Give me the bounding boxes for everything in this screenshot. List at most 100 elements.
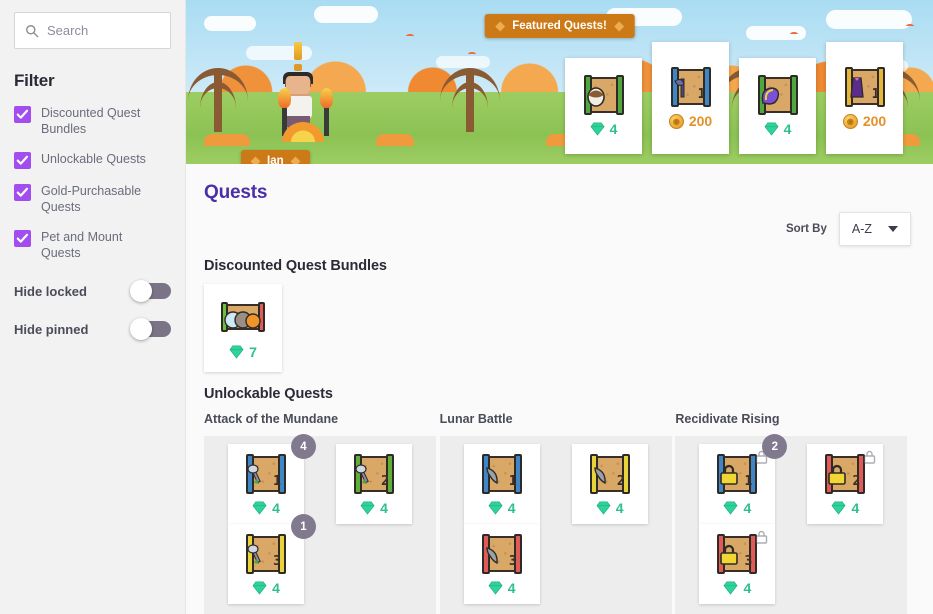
quest-scroll-icon: 1: [480, 454, 524, 494]
quest-scroll-icon: 3: [244, 534, 288, 574]
quest-badge: 1: [291, 514, 316, 539]
quest-card[interactable]: 1 4: [463, 444, 540, 524]
quest-scroll-number: 1: [508, 474, 517, 489]
hide-pinned-toggle[interactable]: [130, 318, 171, 340]
quest-scroll-number: 2: [616, 474, 625, 489]
quest-card[interactable]: 1 3 4: [228, 514, 316, 604]
quest-card[interactable]: 2 4: [571, 444, 648, 524]
quest-scroll-icon: 3: [480, 534, 524, 574]
quest-cost: 4: [596, 500, 624, 516]
main-content: Featured Quests! Ian 4 1 ◉ 200 4 1 ◉ 200…: [186, 0, 933, 614]
filter-checkbox-unlockable-quests[interactable]: Unlockable Quests: [14, 151, 171, 169]
quest-cost-value: 4: [272, 580, 280, 596]
gem-icon: [229, 345, 244, 359]
toggle-row-hide-pinned: Hide pinned: [14, 318, 171, 340]
hide-locked-toggle[interactable]: [130, 280, 171, 302]
quest-scroll-icon: 2: [588, 454, 632, 494]
quest-scroll-number: 1: [744, 474, 753, 489]
featured-ribbon-label: Featured Quests!: [512, 20, 607, 32]
filter-heading: Filter: [14, 71, 55, 90]
featured-quest-card[interactable]: 4: [565, 58, 642, 154]
quest-cost-value: 4: [507, 580, 516, 596]
checkbox-icon[interactable]: [14, 230, 31, 247]
quest-cost: 7: [229, 344, 257, 360]
filter-checkbox-pet-and-mount-quests[interactable]: Pet and Mount Quests: [14, 229, 171, 261]
quest-scroll-number: 1: [871, 87, 880, 102]
sort-by-select[interactable]: A-Z: [838, 212, 911, 246]
search-box[interactable]: [14, 12, 171, 49]
quest-bundle-card[interactable]: 7: [204, 284, 282, 372]
checkbox-icon[interactable]: [14, 152, 31, 169]
quest-scroll-number: 2: [381, 474, 389, 489]
quest-badge: 2: [762, 434, 788, 459]
campfire-icon: [282, 122, 324, 142]
quest-scroll-number: 1: [697, 87, 706, 102]
gem-icon: [596, 501, 611, 515]
quest-card[interactable]: 2 4: [336, 444, 412, 524]
gem-icon: [252, 501, 267, 515]
cloud-icon: [436, 56, 490, 68]
quest-cost-value: 7: [249, 344, 257, 360]
bare-tree-icon: [440, 68, 500, 132]
gem-icon: [723, 581, 738, 595]
sort-by-value: A-Z: [851, 222, 872, 236]
search-input[interactable]: [47, 23, 160, 38]
toggle-row-hide-locked: Hide locked: [14, 280, 171, 302]
diamond-decoration-icon: [250, 156, 261, 164]
featured-quest-card[interactable]: 1 ◉ 200: [652, 42, 729, 154]
cloud-icon: [204, 16, 256, 31]
quest-scroll-icon: 2: [823, 454, 867, 494]
quest-card-locked[interactable]: 2 1 4: [699, 434, 788, 524]
claw-emblem-icon: [593, 467, 606, 485]
quest-cost: 4: [590, 121, 617, 137]
lock-emblem-icon: [720, 544, 739, 565]
quest-cost-value: 4: [783, 121, 792, 137]
quest-group-title: Attack of the Mundane: [204, 412, 339, 426]
gem-icon: [488, 581, 503, 595]
sort-by-label: Sort By: [785, 223, 827, 235]
quest-scroll-number: 3: [273, 554, 281, 569]
quest-grid-cell: 2 1 4: [683, 434, 791, 524]
quest-cost-value: 200: [688, 113, 713, 129]
toggle-label-hide-pinned: Hide pinned: [14, 321, 89, 337]
toggle-label-hide-locked: Hide locked: [14, 283, 87, 299]
quest-scroll-number: 3: [508, 554, 517, 569]
gem-icon: [252, 581, 267, 595]
quest-grid-cell: 1 4: [448, 444, 556, 524]
quest-shop-page: Filter Discounted Quest Bundles Unlockab…: [0, 0, 933, 614]
quest-card-locked[interactable]: 3 4: [699, 524, 776, 604]
section-heading-unlockable-quests: Unlockable Quests: [204, 386, 333, 402]
featured-quest-card[interactable]: 4: [739, 58, 816, 154]
quest-card[interactable]: 3 4: [463, 524, 540, 604]
gem-icon: [360, 501, 375, 515]
filter-checkbox-label: Unlockable Quests: [41, 152, 146, 166]
pickaxe-emblem-icon: [247, 544, 261, 564]
quest-cost-value: 4: [743, 580, 752, 596]
axe-emblem-icon: [673, 78, 685, 98]
quest-cost: 4: [764, 121, 792, 137]
quest-card-locked[interactable]: 2 4: [807, 444, 884, 524]
quest-group-recidivate-rising: Recidivate Rising 2 1 4 2 4 3 4: [675, 412, 911, 614]
egg-emblem-icon: [586, 87, 605, 107]
featured-quest-card[interactable]: 1 ◉ 200: [826, 42, 903, 154]
leaf-pile: [376, 134, 414, 146]
section-heading-discounted-quest-bundles: Discounted Quest Bundles: [204, 258, 387, 274]
lock-emblem-icon: [720, 464, 739, 485]
quest-card[interactable]: 4 1 4: [228, 434, 316, 524]
gold-coin-icon: ◉: [842, 113, 858, 129]
filter-checkbox-gold-purchasable-quests[interactable]: Gold-Purchasable Quests: [14, 183, 171, 215]
toggle-knob: [130, 318, 152, 340]
checkbox-icon[interactable]: [14, 184, 31, 201]
featured-banner: Featured Quests! Ian 4 1 ◉ 200 4 1 ◉ 200: [186, 0, 933, 164]
diamond-decoration-icon: [494, 21, 505, 31]
quest-scroll-number: 1: [273, 474, 281, 489]
quest-cost-value: 4: [380, 500, 388, 516]
quest-cost-value: 4: [272, 500, 280, 516]
gem-icon: [831, 501, 846, 515]
quest-cost: 4: [488, 500, 516, 516]
flame-icon: [278, 88, 291, 108]
claw-emblem-icon: [485, 467, 498, 485]
checkbox-icon[interactable]: [14, 106, 31, 123]
filter-checkbox-discounted-quest-bundles[interactable]: Discounted Quest Bundles: [14, 105, 171, 137]
quest-grid-cell: 3 4: [683, 524, 791, 604]
